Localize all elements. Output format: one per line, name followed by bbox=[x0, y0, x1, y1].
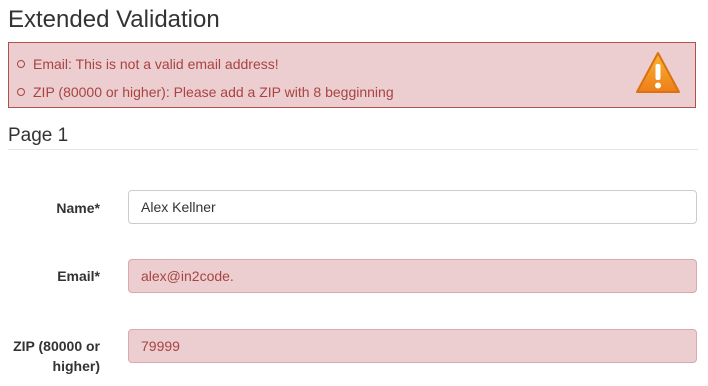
bullet-icon bbox=[17, 88, 25, 96]
name-field[interactable] bbox=[128, 190, 697, 224]
warning-icon bbox=[636, 52, 680, 93]
page-title: Extended Validation bbox=[8, 6, 220, 33]
section-divider bbox=[8, 149, 698, 150]
zip-label-line2: higher) bbox=[52, 358, 100, 374]
email-label: Email* bbox=[57, 268, 100, 284]
error-item-email: Email: This is not a valid email address… bbox=[17, 53, 394, 75]
zip-label: ZIP (80000 or higher) bbox=[0, 336, 100, 376]
zip-field[interactable] bbox=[128, 329, 697, 363]
error-list: Email: This is not a valid email address… bbox=[17, 53, 394, 109]
error-item-zip: ZIP (80000 or higher): Please add a ZIP … bbox=[17, 81, 394, 103]
bullet-icon bbox=[17, 60, 25, 68]
error-message: ZIP (80000 or higher): Please add a ZIP … bbox=[33, 84, 394, 100]
email-field[interactable] bbox=[128, 259, 697, 293]
name-label: Name* bbox=[56, 200, 100, 216]
zip-label-line1: ZIP (80000 or bbox=[13, 338, 100, 354]
error-summary: Email: This is not a valid email address… bbox=[8, 42, 696, 108]
section-title: Page 1 bbox=[8, 125, 69, 146]
error-message: Email: This is not a valid email address… bbox=[33, 56, 279, 72]
